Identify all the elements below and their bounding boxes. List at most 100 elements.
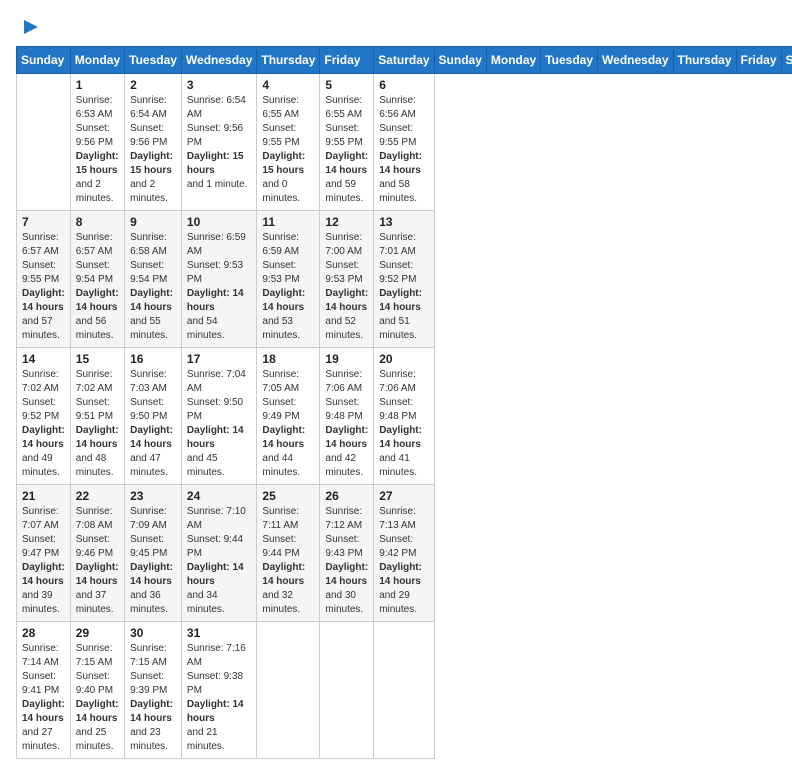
day-info: Sunrise: 7:16 AMSunset: 9:38 PMDaylight:… [187, 642, 251, 754]
day-info: Sunrise: 7:14 AMSunset: 9:41 PMDaylight:… [22, 642, 65, 754]
day-info: Sunrise: 7:02 AMSunset: 9:51 PMDaylight:… [76, 368, 119, 480]
day-info: Sunrise: 6:59 AMSunset: 9:53 PMDaylight:… [262, 231, 314, 343]
calendar-cell [374, 622, 434, 759]
calendar-cell: 19Sunrise: 7:06 AMSunset: 9:48 PMDayligh… [320, 348, 374, 485]
day-info: Sunrise: 6:54 AMSunset: 9:56 PMDaylight:… [130, 94, 176, 206]
calendar-cell: 10 Sunrise: 6:59 AMSunset: 9:53 PMDayligh… [181, 211, 256, 348]
day-number: 26 [325, 489, 368, 503]
day-info: Sunrise: 7:13 AMSunset: 9:42 PMDaylight:… [379, 505, 428, 617]
day-info: Sunrise: 7:06 AMSunset: 9:48 PMDaylight:… [379, 368, 428, 480]
calendar-day-header: Monday [486, 47, 540, 74]
day-number: 10 [187, 215, 251, 229]
day-number: 20 [379, 352, 428, 366]
calendar-day-header: Saturday [374, 47, 434, 74]
day-number: 15 [76, 352, 119, 366]
logo [16, 16, 42, 38]
calendar-day-header: Thursday [257, 47, 320, 74]
day-number: 27 [379, 489, 428, 503]
calendar-cell: 8 Sunrise: 6:57 AMSunset: 9:54 PMDaylight… [70, 211, 124, 348]
day-info: Sunrise: 7:09 AMSunset: 9:45 PMDaylight:… [130, 505, 176, 617]
day-number: 17 [187, 352, 251, 366]
day-info: Sunrise: 6:59 AMSunset: 9:53 PMDaylight:… [187, 231, 251, 343]
calendar-cell: 12 Sunrise: 7:00 AMSunset: 9:53 PMDayligh… [320, 211, 374, 348]
calendar-day-header: Thursday [673, 47, 736, 74]
day-number: 18 [262, 352, 314, 366]
calendar-cell: 21 Sunrise: 7:07 AMSunset: 9:47 PMDayligh… [17, 485, 71, 622]
calendar-week-row: 21 Sunrise: 7:07 AMSunset: 9:47 PMDayligh… [17, 485, 792, 622]
calendar-cell: 29Sunrise: 7:15 AMSunset: 9:40 PMDayligh… [70, 622, 124, 759]
day-number: 30 [130, 626, 176, 640]
calendar-cell: 6 Sunrise: 6:56 AMSunset: 9:55 PMDaylight… [374, 74, 434, 211]
day-number: 16 [130, 352, 176, 366]
calendar-cell: 4 Sunrise: 6:55 AMSunset: 9:55 PMDaylight… [257, 74, 320, 211]
day-number: 8 [76, 215, 119, 229]
day-info: Sunrise: 7:08 AMSunset: 9:46 PMDaylight:… [76, 505, 119, 617]
calendar-cell: 7 Sunrise: 6:57 AMSunset: 9:55 PMDaylight… [17, 211, 71, 348]
day-number: 22 [76, 489, 119, 503]
calendar-cell: 28Sunrise: 7:14 AMSunset: 9:41 PMDayligh… [17, 622, 71, 759]
day-number: 23 [130, 489, 176, 503]
day-number: 7 [22, 215, 65, 229]
calendar-cell: 27 Sunrise: 7:13 AMSunset: 9:42 PMDayligh… [374, 485, 434, 622]
day-info: Sunrise: 7:11 AMSunset: 9:44 PMDaylight:… [262, 505, 314, 617]
day-number: 5 [325, 78, 368, 92]
calendar-day-header: Sunday [434, 47, 486, 74]
day-number: 14 [22, 352, 65, 366]
day-number: 29 [76, 626, 119, 640]
page-header [16, 16, 776, 38]
calendar-cell: 5 Sunrise: 6:55 AMSunset: 9:55 PMDaylight… [320, 74, 374, 211]
day-number: 12 [325, 215, 368, 229]
day-info: Sunrise: 7:02 AMSunset: 9:52 PMDaylight:… [22, 368, 65, 480]
calendar-cell: 20 Sunrise: 7:06 AMSunset: 9:48 PMDayligh… [374, 348, 434, 485]
day-info: Sunrise: 7:00 AMSunset: 9:53 PMDaylight:… [325, 231, 368, 343]
day-info: Sunrise: 6:57 AMSunset: 9:55 PMDaylight:… [22, 231, 65, 343]
day-info: Sunrise: 7:03 AMSunset: 9:50 PMDaylight:… [130, 368, 176, 480]
day-info: Sunrise: 6:57 AMSunset: 9:54 PMDaylight:… [76, 231, 119, 343]
calendar-week-row: 7 Sunrise: 6:57 AMSunset: 9:55 PMDaylight… [17, 211, 792, 348]
day-number: 6 [379, 78, 428, 92]
day-info: Sunrise: 6:58 AMSunset: 9:54 PMDaylight:… [130, 231, 176, 343]
day-info: Sunrise: 7:07 AMSunset: 9:47 PMDaylight:… [22, 505, 65, 617]
day-number: 13 [379, 215, 428, 229]
calendar-cell: 31 Sunrise: 7:16 AMSunset: 9:38 PMDayligh… [181, 622, 256, 759]
day-number: 4 [262, 78, 314, 92]
day-info: Sunrise: 7:01 AMSunset: 9:52 PMDaylight:… [379, 231, 428, 343]
day-info: Sunrise: 6:55 AMSunset: 9:55 PMDaylight:… [262, 94, 314, 206]
calendar-day-header: Monday [70, 47, 124, 74]
day-info: Sunrise: 6:55 AMSunset: 9:55 PMDaylight:… [325, 94, 368, 206]
day-number: 31 [187, 626, 251, 640]
day-info: Sunrise: 7:06 AMSunset: 9:48 PMDaylight:… [325, 368, 368, 480]
day-info: Sunrise: 6:56 AMSunset: 9:55 PMDaylight:… [379, 94, 428, 206]
day-info: Sunrise: 7:15 AMSunset: 9:39 PMDaylight:… [130, 642, 176, 754]
calendar-cell: 16 Sunrise: 7:03 AMSunset: 9:50 PMDayligh… [125, 348, 182, 485]
calendar-cell: 23 Sunrise: 7:09 AMSunset: 9:45 PMDayligh… [125, 485, 182, 622]
calendar-cell [257, 622, 320, 759]
calendar-day-header: Tuesday [125, 47, 182, 74]
calendar-cell: 11Sunrise: 6:59 AMSunset: 9:53 PMDayligh… [257, 211, 320, 348]
day-number: 2 [130, 78, 176, 92]
calendar-week-row: 28Sunrise: 7:14 AMSunset: 9:41 PMDayligh… [17, 622, 792, 759]
calendar-cell: 17Sunrise: 7:04 AMSunset: 9:50 PMDayligh… [181, 348, 256, 485]
day-info: Sunrise: 7:05 AMSunset: 9:49 PMDaylight:… [262, 368, 314, 480]
calendar-cell [320, 622, 374, 759]
calendar-day-header: Saturday [781, 47, 792, 74]
calendar-week-row: 1Sunrise: 6:53 AMSunset: 9:56 PMDaylight… [17, 74, 792, 211]
calendar-cell: 2 Sunrise: 6:54 AMSunset: 9:56 PMDaylight… [125, 74, 182, 211]
day-number: 1 [76, 78, 119, 92]
calendar-table: SundayMondayTuesdayWednesdayThursdayFrid… [16, 46, 792, 759]
calendar-cell: 25Sunrise: 7:11 AMSunset: 9:44 PMDayligh… [257, 485, 320, 622]
logo-arrow-icon [20, 16, 42, 38]
calendar-cell: 22 Sunrise: 7:08 AMSunset: 9:46 PMDayligh… [70, 485, 124, 622]
day-info: Sunrise: 7:10 AMSunset: 9:44 PMDaylight:… [187, 505, 251, 617]
day-number: 3 [187, 78, 251, 92]
calendar-cell [17, 74, 71, 211]
calendar-cell: 14 Sunrise: 7:02 AMSunset: 9:52 PMDayligh… [17, 348, 71, 485]
day-info: Sunrise: 6:54 AMSunset: 9:56 PMDaylight:… [187, 94, 251, 192]
calendar-cell: 13 Sunrise: 7:01 AMSunset: 9:52 PMDayligh… [374, 211, 434, 348]
calendar-cell: 15 Sunrise: 7:02 AMSunset: 9:51 PMDayligh… [70, 348, 124, 485]
calendar-cell: 1Sunrise: 6:53 AMSunset: 9:56 PMDaylight… [70, 74, 124, 211]
day-number: 21 [22, 489, 65, 503]
calendar-day-header: Sunday [17, 47, 71, 74]
calendar-header-row: SundayMondayTuesdayWednesdayThursdayFrid… [17, 47, 792, 74]
calendar-day-header: Friday [320, 47, 374, 74]
